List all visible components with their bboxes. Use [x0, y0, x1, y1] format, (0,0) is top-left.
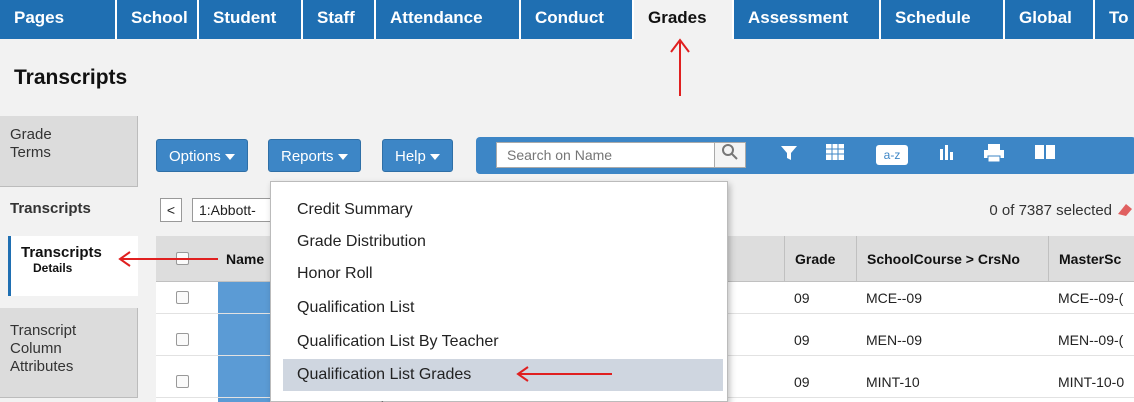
- cell-grade: 09: [794, 290, 810, 306]
- toolbar: Options Reports Help a-z: [146, 132, 1134, 182]
- tab-staff[interactable]: Staff: [303, 0, 376, 39]
- menu-item-qualification-list-by-teacher[interactable]: Qualification List By Teacher: [283, 326, 723, 358]
- options-button[interactable]: Options: [156, 139, 248, 172]
- cell-mastersc: MCE--09-(: [1058, 290, 1124, 306]
- eraser-icon[interactable]: [1116, 200, 1134, 218]
- column-header-mastersc[interactable]: MasterSc: [1048, 236, 1134, 281]
- print-icon[interactable]: [981, 143, 1007, 167]
- menu-item-qualification-list-grades[interactable]: Qualification List Grades: [283, 359, 723, 391]
- cell-grade: 09: [794, 374, 810, 390]
- menu-item-report-cards[interactable]: Report Cards: [283, 393, 723, 402]
- sort-az-icon[interactable]: a-z: [876, 145, 908, 165]
- help-label: Help: [395, 148, 426, 165]
- search-bar: a-z: [476, 137, 1134, 174]
- book-icon[interactable]: [1032, 143, 1058, 167]
- annotation-arrow-up-icon: [670, 38, 690, 96]
- sidebar-item-label: Transcript Column Attributes: [10, 322, 77, 375]
- tab-assessment[interactable]: Assessment: [734, 0, 881, 39]
- cell-mastersc: MEN--09-(: [1058, 332, 1124, 348]
- chart-icon[interactable]: [934, 143, 960, 167]
- options-label: Options: [169, 148, 221, 165]
- menu-item-honor-roll[interactable]: Honor Roll: [283, 258, 723, 290]
- menu-item-qualification-list[interactable]: Qualification List: [283, 292, 723, 324]
- row-checkbox[interactable]: [176, 291, 189, 304]
- cell-grade: 09: [794, 332, 810, 348]
- help-button[interactable]: Help: [382, 139, 453, 172]
- sidebar-item-label: Grade Terms: [10, 126, 52, 161]
- caret-down-icon: [429, 154, 440, 161]
- tab-grades[interactable]: Grades: [634, 0, 734, 39]
- annotation-arrow-left-icon: [118, 251, 218, 267]
- row-checkbox[interactable]: [176, 375, 189, 388]
- prev-button[interactable]: <: [160, 198, 182, 222]
- sidebar-item-column-attributes[interactable]: Transcript Column Attributes: [0, 308, 138, 398]
- column-header-crsno[interactable]: SchoolCourse > CrsNo: [856, 236, 1046, 281]
- menu-item-grade-distribution[interactable]: Grade Distribution: [283, 226, 723, 258]
- tab-attendance[interactable]: Attendance: [376, 0, 521, 39]
- column-header-grade[interactable]: Grade: [784, 236, 854, 281]
- sidebar-item-label: Transcripts: [21, 244, 102, 261]
- tab-student[interactable]: Student: [199, 0, 303, 39]
- menu-item-credit-summary[interactable]: Credit Summary: [283, 194, 723, 226]
- selected-count: 0 of 7387 selected: [989, 202, 1112, 219]
- sidebar-subitem-details[interactable]: Details: [33, 261, 128, 275]
- cell-crsno: MCE--09: [866, 290, 923, 306]
- cell-crsno: MINT-10: [866, 374, 920, 390]
- tab-pages[interactable]: Pages: [0, 0, 117, 39]
- search-icon[interactable]: [714, 142, 746, 168]
- tab-schedule[interactable]: Schedule: [881, 0, 1005, 39]
- reports-menu: Credit Summary Grade Distribution Honor …: [270, 181, 728, 402]
- tab-conduct[interactable]: Conduct: [521, 0, 634, 39]
- cell-crsno: MEN--09: [866, 332, 923, 348]
- row-checkbox[interactable]: [176, 333, 189, 346]
- search-input[interactable]: [496, 142, 744, 168]
- reports-label: Reports: [281, 148, 334, 165]
- reports-button[interactable]: Reports: [268, 139, 361, 172]
- caret-down-icon: [224, 154, 235, 161]
- page-title: Transcripts: [14, 66, 128, 89]
- annotation-arrow-left-icon: [516, 366, 612, 382]
- filter-icon[interactable]: [776, 143, 802, 167]
- tab-school[interactable]: School: [117, 0, 199, 39]
- tab-global[interactable]: Global: [1005, 0, 1095, 39]
- caret-down-icon: [337, 154, 348, 161]
- top-nav: Pages School Student Staff Attendance Conduct…: [0, 0, 1134, 39]
- grid-icon[interactable]: [822, 143, 848, 167]
- sidebar-item-grade-terms[interactable]: Grade Terms: [0, 116, 138, 187]
- tab-to[interactable]: To: [1095, 0, 1134, 39]
- cell-mastersc: MINT-10-0: [1058, 374, 1125, 390]
- sidebar-section-transcripts: Transcripts: [0, 196, 138, 222]
